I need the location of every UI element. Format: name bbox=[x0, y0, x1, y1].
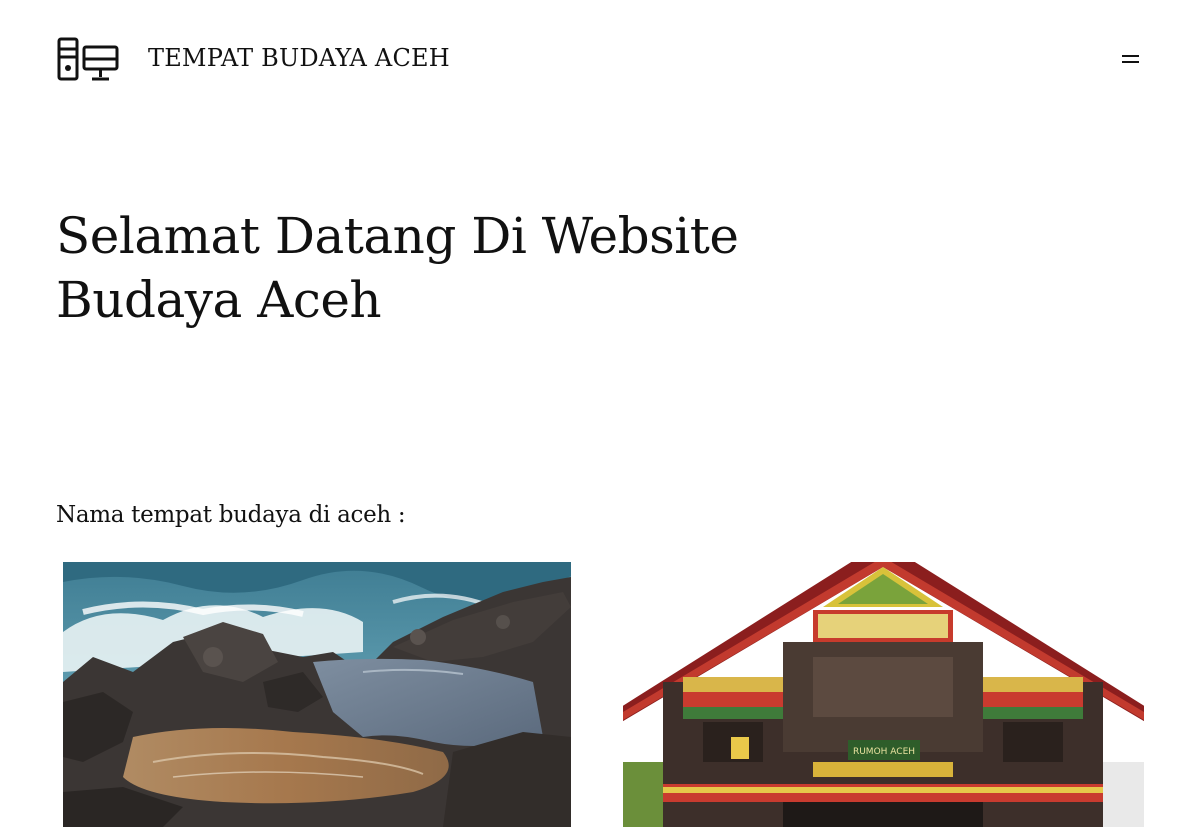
menu-line bbox=[1122, 61, 1139, 63]
hamburger-menu-icon[interactable] bbox=[1122, 52, 1142, 68]
site-header: TEMPAT BUDAYA ACEH bbox=[56, 36, 1144, 84]
house-sign-text: RUMOH ACEH bbox=[853, 747, 915, 757]
section-label: Nama tempat budaya di aceh : bbox=[56, 502, 406, 528]
rocky-coast-tidal-pool-photo bbox=[63, 562, 571, 827]
site-title[interactable]: TEMPAT BUDAYA ACEH bbox=[148, 44, 450, 72]
rumoh-aceh-traditional-house-photo: RUMOH ACEH bbox=[623, 562, 1144, 827]
computer-desktop-icon[interactable] bbox=[56, 36, 120, 84]
hero-title: Selamat Datang Di Website Budaya Aceh bbox=[56, 207, 739, 329]
menu-line bbox=[1122, 55, 1139, 57]
